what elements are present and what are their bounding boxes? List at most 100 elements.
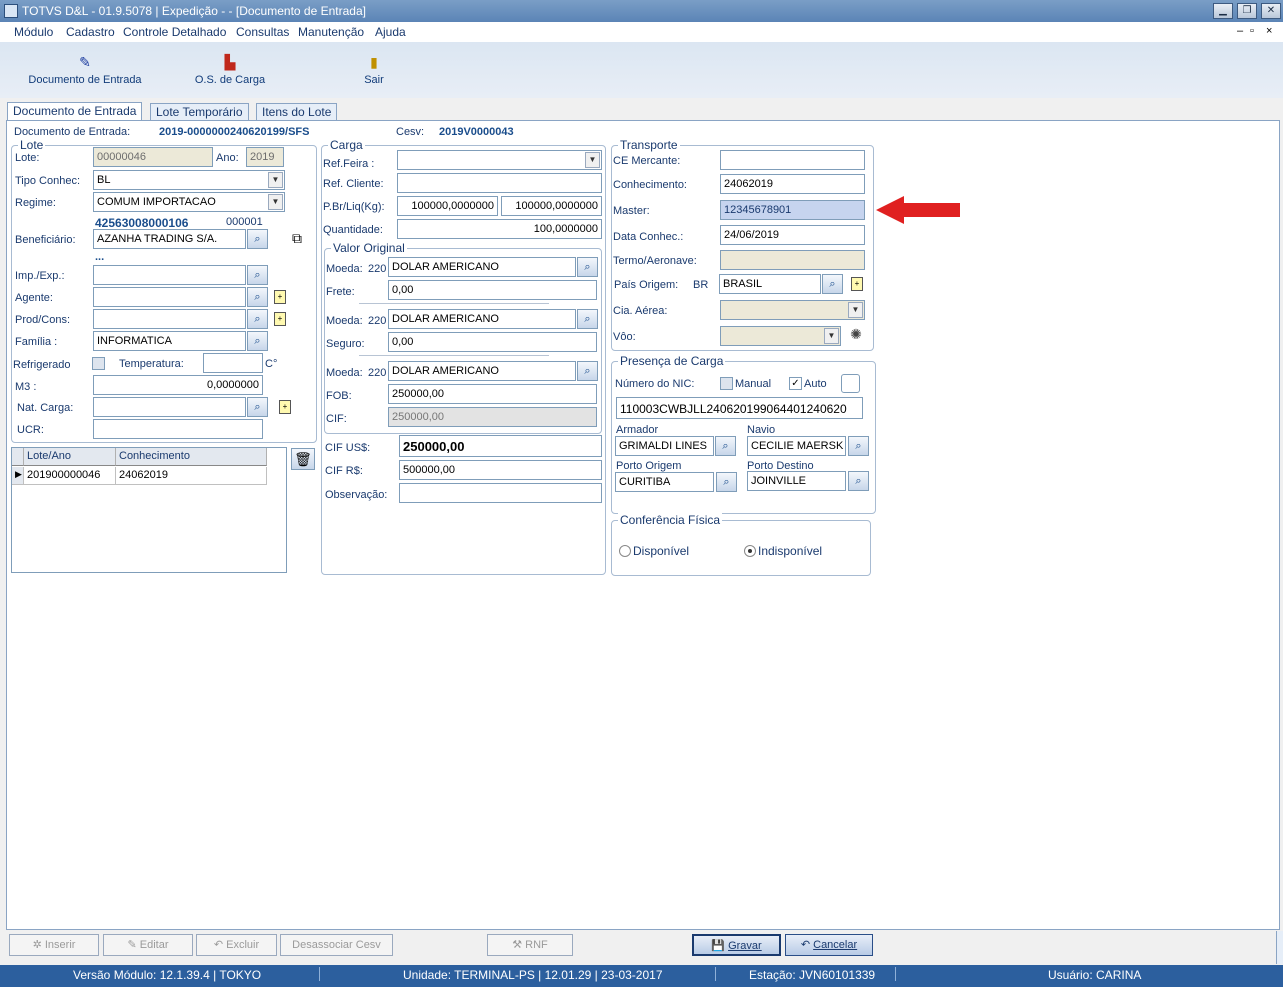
refrigerado-checkbox[interactable] (92, 357, 105, 370)
table-row[interactable]: 24062019 (116, 467, 267, 485)
search-icon[interactable]: ⌕ (247, 229, 268, 249)
cnpj-value: 42563008000106 (95, 216, 189, 230)
auto-checkbox[interactable]: ✓ (789, 377, 802, 390)
chevron-down-icon[interactable]: ▼ (824, 328, 839, 344)
search-icon[interactable]: ⌕ (577, 257, 598, 277)
menu-modulo[interactable]: Módulo (14, 25, 53, 39)
nic-field[interactable]: 110003CWBJLL240620199064401240620 (616, 397, 863, 419)
menu-cadastro[interactable]: Cadastro (66, 25, 115, 39)
cancelar-button[interactable]: ↶ Cancelar (785, 934, 873, 956)
cif-rs-field[interactable]: 500000,00 (399, 460, 602, 480)
close-icon[interactable]: ✕ (1261, 3, 1281, 19)
ce-mercante-field[interactable] (720, 150, 865, 170)
restore-icon[interactable]: ❐ (1237, 3, 1257, 19)
data-conhec-field[interactable]: 24/06/2019 (720, 225, 865, 245)
new-document-icon[interactable]: + (274, 312, 286, 326)
conhecimento-field[interactable]: 24062019 (720, 174, 865, 194)
rnf-button[interactable]: ⚒ RNF (487, 934, 573, 956)
search-icon[interactable]: ⌕ (577, 361, 598, 381)
search-icon[interactable]: ⌕ (715, 436, 736, 456)
porto-origem-field[interactable]: CURITIBA (615, 472, 714, 492)
menu-manutencao[interactable]: Manutenção (298, 25, 364, 39)
agente-field[interactable] (93, 287, 246, 307)
temperatura-field[interactable] (203, 353, 263, 373)
inserir-button[interactable]: ✲ Inserir (9, 934, 99, 956)
master-field[interactable]: 12345678901 (720, 200, 865, 220)
moeda-seguro-field[interactable]: DOLAR AMERICANO (388, 309, 576, 329)
gravar-button[interactable]: 💾 Gravar (692, 934, 781, 956)
search-icon[interactable]: ⌕ (247, 287, 268, 307)
chevron-down-icon[interactable]: ▼ (268, 172, 283, 188)
beneficiario-field[interactable]: AZANHA TRADING S/A. (93, 229, 246, 249)
nic-action-button[interactable] (841, 374, 860, 393)
sair-button[interactable]: ▮ Sair (358, 42, 390, 98)
lote-grid[interactable]: Lote/Ano Conhecimento ▶ 201900000046 240… (11, 447, 287, 573)
copy-icon[interactable]: ⧉ (292, 230, 308, 246)
armador-field[interactable]: GRIMALDI LINES (615, 436, 714, 456)
new-document-icon[interactable]: + (279, 400, 291, 414)
m3-field[interactable]: 0,0000000 (93, 375, 263, 395)
os-carga-button[interactable]: ▙ O.S. de Carga (190, 42, 270, 98)
grid-header-lote-ano[interactable]: Lote/Ano (24, 448, 116, 466)
editar-button[interactable]: ✎ Editar (103, 934, 193, 956)
menu-ajuda[interactable]: Ajuda (375, 25, 406, 39)
search-icon[interactable]: ⌕ (848, 471, 869, 491)
disponivel-radio[interactable] (619, 545, 631, 557)
search-icon[interactable]: ⌕ (577, 309, 598, 329)
gear-icon[interactable]: ✺ (847, 326, 865, 344)
menu-controle-detalhado[interactable]: Controle Detalhado (123, 25, 226, 39)
fob-field[interactable]: 250000,00 (388, 384, 597, 404)
documento-entrada-button[interactable]: ✎ Documento de Entrada (24, 42, 146, 98)
regime-select[interactable]: COMUM IMPORTACAO ▼ (93, 192, 285, 212)
porto-destino-field[interactable]: JOINVILLE (747, 471, 846, 491)
tab-documento-entrada[interactable]: Documento de Entrada (7, 102, 143, 121)
mdi-close-icon[interactable]: × (1266, 25, 1272, 37)
indisponivel-radio[interactable] (744, 545, 756, 557)
tipo-conhec-select[interactable]: BL ▼ (93, 170, 285, 190)
quantidade-field[interactable]: 100,0000000 (397, 219, 602, 239)
ref-cliente-field[interactable] (397, 173, 602, 193)
scrollbar[interactable] (1276, 931, 1283, 964)
familia-field[interactable]: INFORMATICA (93, 331, 246, 351)
prod-cons-field[interactable] (93, 309, 246, 329)
peso-bruto-field[interactable]: 100000,0000000 (397, 196, 498, 216)
search-icon[interactable]: ⌕ (716, 472, 737, 492)
tab-itens-lote[interactable]: Itens do Lote (256, 103, 338, 120)
chevron-down-icon[interactable]: ▼ (848, 302, 863, 318)
search-icon[interactable]: ⌕ (848, 436, 869, 456)
observacao-field[interactable] (399, 483, 602, 503)
row-selector-icon[interactable]: ▶ (12, 467, 24, 485)
grid-header-conhecimento[interactable]: Conhecimento (116, 448, 267, 466)
seguro-field[interactable]: 0,00 (388, 332, 597, 352)
new-document-icon[interactable]: + (274, 290, 286, 304)
minimize-icon[interactable]: ▁ (1213, 3, 1233, 19)
cif-us-field[interactable]: 250000,00 (399, 435, 602, 457)
table-row[interactable]: 201900000046 (24, 467, 116, 485)
moeda-fob-field[interactable]: DOLAR AMERICANO (388, 361, 576, 381)
manual-checkbox[interactable] (720, 377, 733, 390)
navio-field[interactable]: CECILIE MAERSK (747, 436, 846, 456)
trash-icon[interactable]: 🗑 (291, 448, 315, 470)
ref-feira-select[interactable]: ▼ (397, 150, 602, 170)
imp-exp-field[interactable] (93, 265, 246, 285)
menu-consultas[interactable]: Consultas (236, 25, 289, 39)
tab-lote-temporario[interactable]: Lote Temporário (150, 103, 249, 120)
chevron-down-icon[interactable]: ▼ (268, 194, 283, 210)
search-icon[interactable]: ⌕ (247, 331, 268, 351)
pais-origem-field[interactable]: BRASIL (719, 274, 821, 294)
nat-carga-field[interactable] (93, 397, 246, 417)
search-icon[interactable]: ⌕ (247, 397, 268, 417)
new-document-icon[interactable]: + (851, 277, 863, 291)
search-icon[interactable]: ⌕ (247, 265, 268, 285)
chevron-down-icon[interactable]: ▼ (585, 152, 600, 168)
peso-liquido-field[interactable]: 100000,0000000 (501, 196, 602, 216)
mdi-minimize-icon[interactable]: – (1237, 25, 1243, 37)
excluir-button[interactable]: ↶ Excluir (196, 934, 277, 956)
search-icon[interactable]: ⌕ (247, 309, 268, 329)
ucr-field[interactable] (93, 419, 263, 439)
desassociar-cesv-button[interactable]: Desassociar Cesv (280, 934, 393, 956)
frete-field[interactable]: 0,00 (388, 280, 597, 300)
moeda-frete-field[interactable]: DOLAR AMERICANO (388, 257, 576, 277)
mdi-restore-icon[interactable]: ▫ (1250, 25, 1254, 37)
search-icon[interactable]: ⌕ (822, 274, 843, 294)
